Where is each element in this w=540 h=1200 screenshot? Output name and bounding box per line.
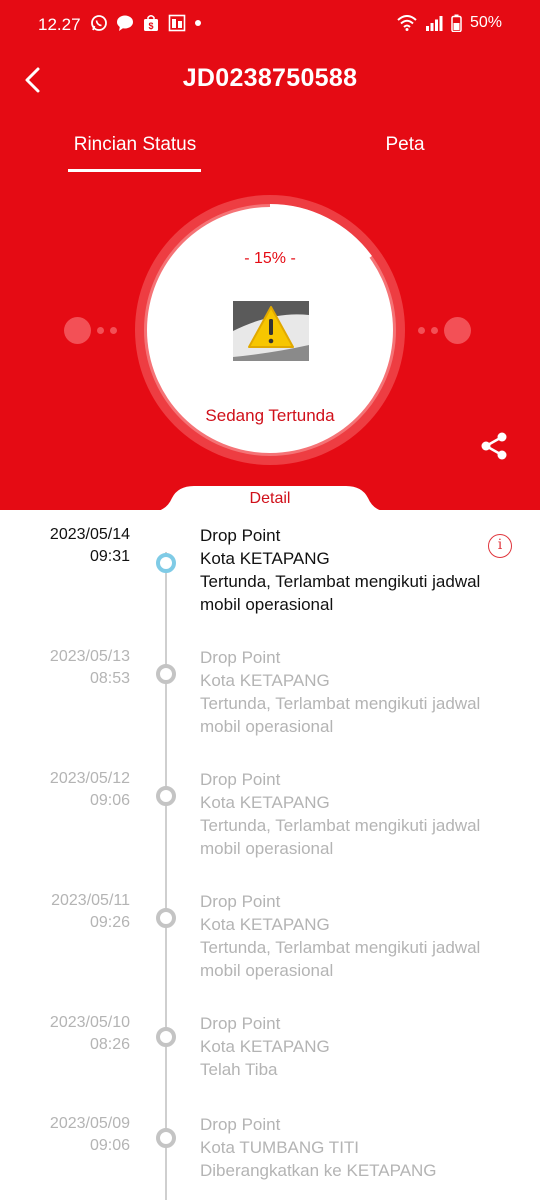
timeline-node: [156, 786, 176, 806]
tab-peta[interactable]: Peta: [340, 134, 470, 156]
dot-icon: [195, 20, 201, 26]
share-button[interactable]: [478, 430, 510, 462]
timeline-text: Drop Point Kota TUMBANG TITI Diberangkatka…: [200, 1115, 437, 1180]
timeline-text: Drop Point Kota KETAPANG Tertunda, Terlamb…: [200, 526, 481, 614]
shopping-bag-icon: $: [144, 15, 158, 31]
timeline-date: 2023/05/13 08:53: [49, 648, 130, 687]
timeline-text: Drop Point Kota KETAPANG Tertunda, Terlamb…: [200, 648, 481, 736]
whatsapp-icon: [91, 15, 107, 31]
tracking-timeline: 2023/05/14 09:31 Drop Point Kota KETAPANG T…: [0, 512, 540, 1200]
progress-percent: - 15% -: [244, 250, 296, 267]
share-icon: [481, 432, 507, 460]
calendar-app-icon: [168, 14, 186, 32]
timeline-text: Drop Point Kota KETAPANG Telah Tiba: [200, 1014, 330, 1079]
info-button[interactable]: i: [488, 534, 512, 558]
signal-icon: [425, 16, 443, 31]
dot-large: [444, 317, 471, 344]
timeline-date: 2023/05/12 09:06: [49, 770, 130, 809]
timeline-node: [156, 553, 176, 573]
timeline-node: [156, 908, 176, 928]
active-tab-indicator: [68, 169, 201, 172]
notification-icons: $: [90, 14, 202, 32]
chat-bubble-icon: [117, 15, 133, 31]
timeline-date: 2023/05/09 09:06: [49, 1115, 130, 1154]
timeline-node: [156, 1128, 176, 1148]
timeline-date: 2023/05/14 09:31: [49, 526, 130, 565]
system-icons: 50%: [397, 14, 502, 32]
dot-small: [418, 327, 425, 334]
info-icon: i: [497, 537, 503, 553]
dot-small: [97, 327, 104, 334]
timeline-date: 2023/05/11 09:26: [51, 892, 130, 931]
timeline-node: [156, 664, 176, 684]
dot-large: [64, 317, 91, 344]
timeline-node: [156, 1027, 176, 1047]
next-indicator[interactable]: [418, 317, 471, 344]
timeline-text: Drop Point Kota KETAPANG Tertunda, Terlamb…: [200, 770, 481, 858]
svg-text:$: $: [148, 21, 153, 31]
status-time: 12.27: [38, 15, 81, 34]
warning-icon: [233, 301, 309, 361]
dot-small: [431, 327, 438, 334]
dot-small: [110, 327, 117, 334]
progress-status: Sedang Tertunda: [205, 406, 335, 425]
timeline-date: 2023/05/10 08:26: [49, 1014, 130, 1053]
timeline-text: Drop Point Kota KETAPANG Tertunda, Terlamb…: [200, 892, 481, 980]
battery-percent: 50%: [469, 14, 502, 31]
timeline-line: [165, 552, 167, 1200]
wifi-icon: [397, 15, 417, 31]
tab-rincian-status[interactable]: Rincian Status: [68, 134, 202, 156]
previous-indicator[interactable]: [64, 317, 117, 344]
progress-circle: - 15% - Sedang Tertunda: [130, 190, 410, 470]
detail-label[interactable]: Detail: [150, 490, 390, 508]
battery-icon: [451, 14, 462, 32]
status-bar: 12.27 $ 50%: [0, 0, 540, 50]
page-title: JD0238750588: [182, 64, 358, 92]
progress-inner: - 15% - Sedang Tertunda: [147, 207, 393, 453]
